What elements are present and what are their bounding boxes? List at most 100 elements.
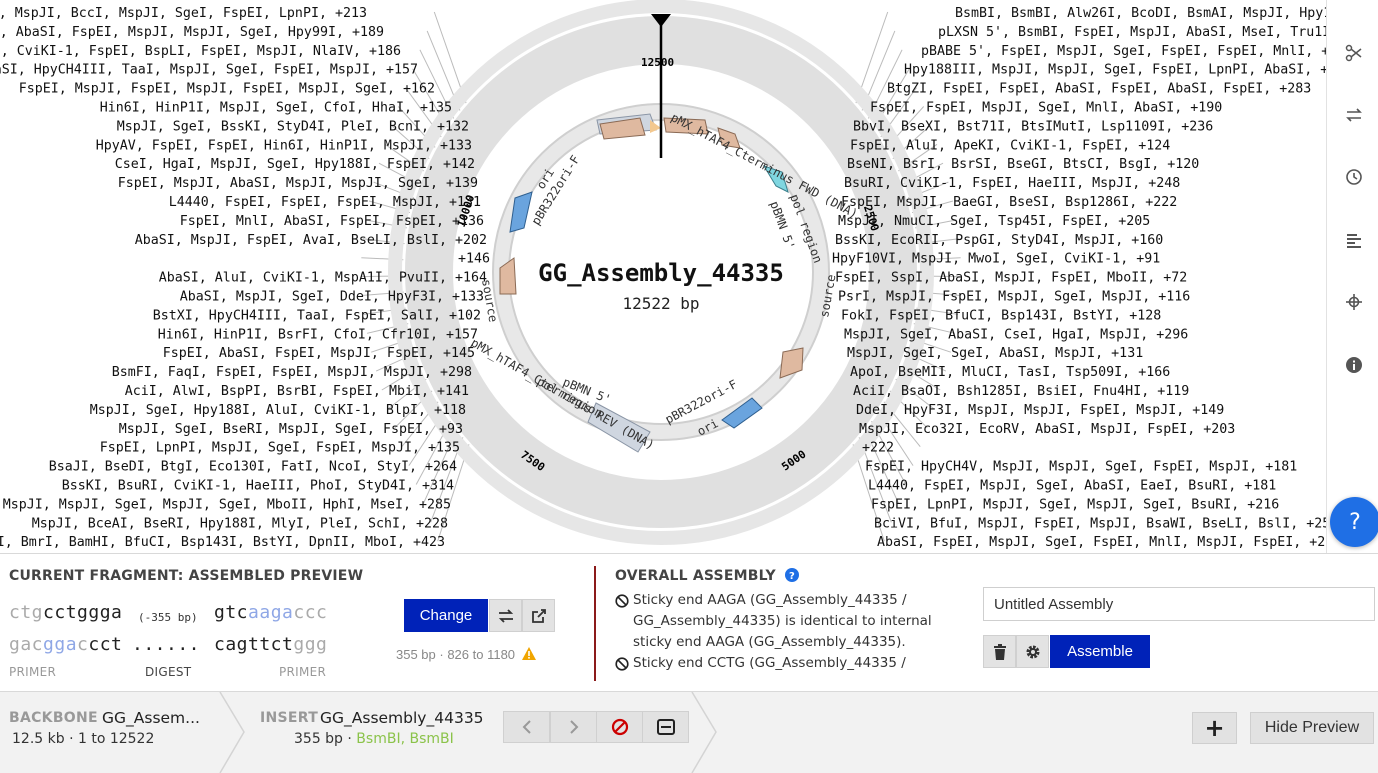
- enzyme-label[interactable]: DdeI, HpyF3I, MspJI, MspJI, FspEI, MspJI…: [856, 403, 1224, 418]
- history-icon[interactable]: [1341, 164, 1367, 190]
- enzyme-label[interactable]: BssKI, BsuRI, CviKI-1, HaeIII, PhoI, Sty…: [62, 479, 454, 494]
- enzyme-label[interactable]: BssKI, EcoRII, PspGI, StyD4I, MspJI, +16…: [835, 233, 1163, 248]
- enzyme-label[interactable]: FspEI, LpnPI, MspJI, SgeI, FspEI, MspJI,…: [100, 441, 460, 456]
- chevron-separator: [691, 692, 717, 773]
- assemble-button[interactable]: Assemble: [1050, 635, 1150, 668]
- enzyme-label[interactable]: BstXI, HpyCH4III, TaaI, FspEI, SalI, +10…: [153, 308, 481, 323]
- sequence-view-icon[interactable]: [642, 711, 689, 743]
- enzyme-label[interactable]: FspEI, MspJI, BaeGI, BseSI, Bsp1286I, +2…: [841, 195, 1177, 210]
- backbone-card[interactable]: BACKBONE GG_Assem... 12.5 kb · 1 to 1252…: [0, 692, 240, 773]
- enzyme-label[interactable]: L4440, FspEI, MspJI, SgeI, AbaSI, EaeI, …: [868, 479, 1276, 494]
- enzyme-label[interactable]: MspJI, SgeI, SgeI, AbaSI, MspJI, +131: [847, 346, 1143, 361]
- enzyme-label[interactable]: BsaJI, BseDI, BtgI, Eco130I, FatI, NcoI,…: [49, 460, 457, 475]
- remove-icon[interactable]: [596, 711, 643, 743]
- enzyme-label[interactable]: AciI, BsaOI, Bsh1285I, BsiEI, Fnu4HI, +1…: [853, 384, 1189, 399]
- assembly-name-input[interactable]: [983, 587, 1375, 621]
- enzyme-label[interactable]: MspJI, AbaSI, FspEI, MspJI, MspJI, SgeI,…: [0, 25, 384, 40]
- swap-icon[interactable]: [489, 599, 522, 632]
- assembly-panel: CURRENT FRAGMENT: ASSEMBLED PREVIEW ctgc…: [0, 553, 1378, 692]
- enzyme-label[interactable]: FspEI, AbaSI, FspEI, MspJI, FspEI, +145: [163, 346, 475, 361]
- fragment-footer: BACKBONE GG_Assem... 12.5 kb · 1 to 1252…: [0, 691, 1378, 773]
- right-bottom-sequence: cagttctggg: [214, 634, 328, 655]
- enzyme-label[interactable]: MspJI, SgeI, AbaSI, CseI, HgaI, MspJI, +…: [844, 327, 1188, 342]
- help-circle-icon[interactable]: ?: [784, 568, 799, 582]
- enzyme-label[interactable]: BtgZI, FspEI, FspEI, AbaSI, FspEI, AbaSI…: [887, 82, 1311, 97]
- plasmid-map-area[interactable]: 12500 2500 5000 7500 10000 pMX_hTAF4_Cte…: [0, 0, 1326, 553]
- enzyme-label[interactable]: +222: [862, 441, 894, 456]
- export-icon[interactable]: [522, 599, 555, 632]
- enzyme-label[interactable]: FspEI, LpnPI, MspJI, SgeI, MspJI, SgeI, …: [871, 497, 1279, 512]
- enzyme-label[interactable]: BsmBI, BsmBI, Alw26I, BcoDI, BsmAI, MspJ…: [955, 6, 1326, 21]
- enzyme-label[interactable]: FspEI, FspEI, MspJI, SgeI, MnlI, AbaSI, …: [870, 101, 1222, 116]
- enzyme-label[interactable]: FspEI, MnlI, AbaSI, FspEI, FspEI, +136: [180, 214, 484, 229]
- enzyme-label[interactable]: AbaSI, MspJI, SgeI, DdeI, HpyF3I, +133: [180, 290, 484, 305]
- enzyme-label[interactable]: AbaSI, HpyCH4III, TaaI, MspJI, SgeI, Fsp…: [0, 63, 418, 78]
- enzyme-label[interactable]: MspJI, BceAI, BseRI, Hpy188I, MlyI, PleI…: [32, 516, 448, 531]
- enzyme-label[interactable]: FspEI, BmrI, BamHI, BfuCI, Bsp143I, BstY…: [0, 535, 445, 550]
- plasmid-map[interactable]: 12500 2500 5000 7500 10000 pMX_hTAF4_Cte…: [0, 0, 1326, 553]
- enzyme-label[interactable]: MspJI, SgeI, BseRI, MspJI, SgeI, FspEI, …: [119, 422, 463, 437]
- enzyme-label[interactable]: MspJI, SgeI, Hpy188I, AluI, CviKI-1, Blp…: [90, 403, 466, 418]
- hide-preview-button[interactable]: Hide Preview: [1250, 712, 1374, 744]
- assembly-warnings: Sticky end AAGA (GG_Assembly_44335 / GG_…: [615, 590, 965, 678]
- enzyme-label[interactable]: BseNI, BsrI, BsrSI, BseGI, BtsCI, BsgI, …: [847, 157, 1199, 172]
- enzyme-label[interactable]: AbaSI, MspJI, FspEI, AvaI, BseLI, BslI, …: [135, 233, 487, 248]
- swap-icon[interactable]: [1341, 102, 1367, 128]
- enzyme-label[interactable]: AbaSI, AluI, CviKI-1, MspA1I, PvuII, +16…: [159, 271, 487, 286]
- enzyme-label[interactable]: MspJI, SgeI, BssKI, StyD4I, PleI, BcnI, …: [117, 119, 469, 134]
- enzyme-label[interactable]: FspEI, MspJI, AbaSI, MspJI, MspJI, SgeI,…: [118, 176, 478, 191]
- feature-tan-5[interactable]: [779, 347, 804, 379]
- enzyme-label[interactable]: FspEI, SspI, AbaSI, MspJI, FspEI, MboII,…: [835, 271, 1187, 286]
- enzyme-label[interactable]: BbvI, BseXI, Bst71I, BtsIMutI, Lsp1109I,…: [853, 119, 1213, 134]
- digest-note: (-355 bp): [138, 611, 198, 624]
- gear-icon[interactable]: [1016, 635, 1049, 668]
- enzyme-label[interactable]: FspEI, AluI, ApeKI, CviKI-1, FspEI, +124: [850, 138, 1170, 153]
- enzyme-label[interactable]: MspJI, NmuCI, SgeI, Tsp45I, FspEI, +205: [838, 214, 1150, 229]
- enzyme-label[interactable]: HpyF10VI, MspJI, MwoI, SgeI, CviKI-1, +9…: [832, 252, 1160, 267]
- left-bottom-sequence: gacggaccct: [9, 634, 123, 655]
- enzyme-label[interactable]: MspJI, MspJI, SgeI, MspJI, SgeI, MboII, …: [3, 497, 451, 512]
- change-button[interactable]: Change: [404, 599, 488, 632]
- enzyme-label[interactable]: BsuRI, CviKI-1, FspEI, HaeIII, MspJI, +2…: [844, 176, 1180, 191]
- enzyme-label[interactable]: Hin6I, HinP1I, MspJI, SgeI, CfoI, HhaI, …: [100, 101, 452, 116]
- enzyme-label[interactable]: HpyAV, FspEI, FspEI, Hin6I, HinP1I, MspJ…: [96, 138, 472, 153]
- feature-small-1[interactable]: [650, 120, 661, 133]
- add-fragment-button[interactable]: +: [1192, 712, 1237, 744]
- enzyme-label[interactable]: BsmFI, FaqI, FspEI, FspEI, MspJI, MspJI,…: [112, 365, 472, 380]
- chevron-right-icon[interactable]: [550, 711, 597, 743]
- enzyme-label[interactable]: FspEI, HpyCH4V, MspJI, MspJI, SgeI, FspE…: [865, 460, 1297, 475]
- enzyme-label[interactable]: pLXSN 5', BsmBI, FspEI, MspJI, AbaSI, Ms…: [938, 25, 1326, 40]
- trash-icon[interactable]: [983, 635, 1016, 668]
- scissors-icon[interactable]: [1341, 40, 1367, 66]
- enzyme-label[interactable]: CseI, HgaI, MspJI, SgeI, Hpy188I, FspEI,…: [115, 157, 475, 172]
- plasmid-name: GG_Assembly_44335: [538, 259, 784, 287]
- svg-text:?: ?: [789, 571, 795, 582]
- chevron-left-icon[interactable]: [503, 711, 550, 743]
- enzyme-label[interactable]: pBABE 5', FspEI, MspJI, SgeI, FspEI, Fsp…: [921, 44, 1326, 59]
- enzyme-label[interactable]: AciI, AlwI, BspPI, BsrBI, FspEI, MbiI, +…: [125, 384, 469, 399]
- align-icon[interactable]: [1341, 227, 1367, 253]
- primer-caption-right: PRIMER: [279, 665, 327, 679]
- info-icon[interactable]: [1341, 352, 1367, 378]
- enzyme-label[interactable]: BciVI, BfuI, MspJI, FspEI, MspJI, BsaWI,…: [874, 516, 1326, 531]
- left-enzyme-labels[interactable]: Amp-R, AbaSI, MspJI, BccI, MspJI, SgeI, …: [0, 6, 490, 550]
- enzyme-label[interactable]: +146: [458, 252, 490, 267]
- enzyme-label[interactable]: PsrI, MspJI, FspEI, MspJI, SgeI, MspJI, …: [838, 290, 1190, 305]
- enzyme-label[interactable]: AbaSI, FspEI, MspJI, SgeI, FspEI, MnlI, …: [877, 535, 1326, 550]
- plasmid-length: 12522 bp: [622, 294, 699, 313]
- left-top-sequence: ctgcctggga: [9, 602, 123, 623]
- enzyme-label[interactable]: L4440, FspEI, FspEI, FspEI, MspJI, +131: [169, 195, 481, 210]
- right-enzyme-labels[interactable]: BsmBI, BsmBI, Alw26I, BcoDI, BsmAI, MspJ…: [832, 6, 1326, 550]
- enzyme-label[interactable]: MspJI, Eco32I, EcoRV, AbaSI, MspJI, FspE…: [859, 422, 1235, 437]
- right-top-sequence: gtcaagaccc: [214, 602, 328, 623]
- enzyme-label[interactable]: Amp-R, AbaSI, MspJI, BccI, MspJI, SgeI, …: [0, 6, 367, 21]
- crosshair-icon[interactable]: [1341, 289, 1367, 315]
- insert-info: 355 bp · BsmBI, BsmBI: [294, 731, 454, 747]
- enzyme-label[interactable]: Hpy188III, MspJI, MspJI, SgeI, FspEI, Lp…: [904, 63, 1326, 78]
- enzyme-label[interactable]: MspJI, CviKI-1, FspEI, BspLI, FspEI, Msp…: [0, 44, 401, 59]
- enzyme-label[interactable]: FokI, FspEI, BfuCI, Bsp143I, BstYI, +128: [841, 308, 1161, 323]
- enzyme-label[interactable]: ApoI, BseMII, MluCI, TasI, Tsp509I, +166: [850, 365, 1170, 380]
- enzyme-label[interactable]: Hin6I, HinP1I, BsrFI, CfoI, Cfr10I, +157: [158, 327, 478, 342]
- enzyme-label[interactable]: FspEI, MspJI, FspEI, MspJI, FspEI, MspJI…: [19, 82, 435, 97]
- help-icon[interactable]: ?: [1330, 497, 1378, 547]
